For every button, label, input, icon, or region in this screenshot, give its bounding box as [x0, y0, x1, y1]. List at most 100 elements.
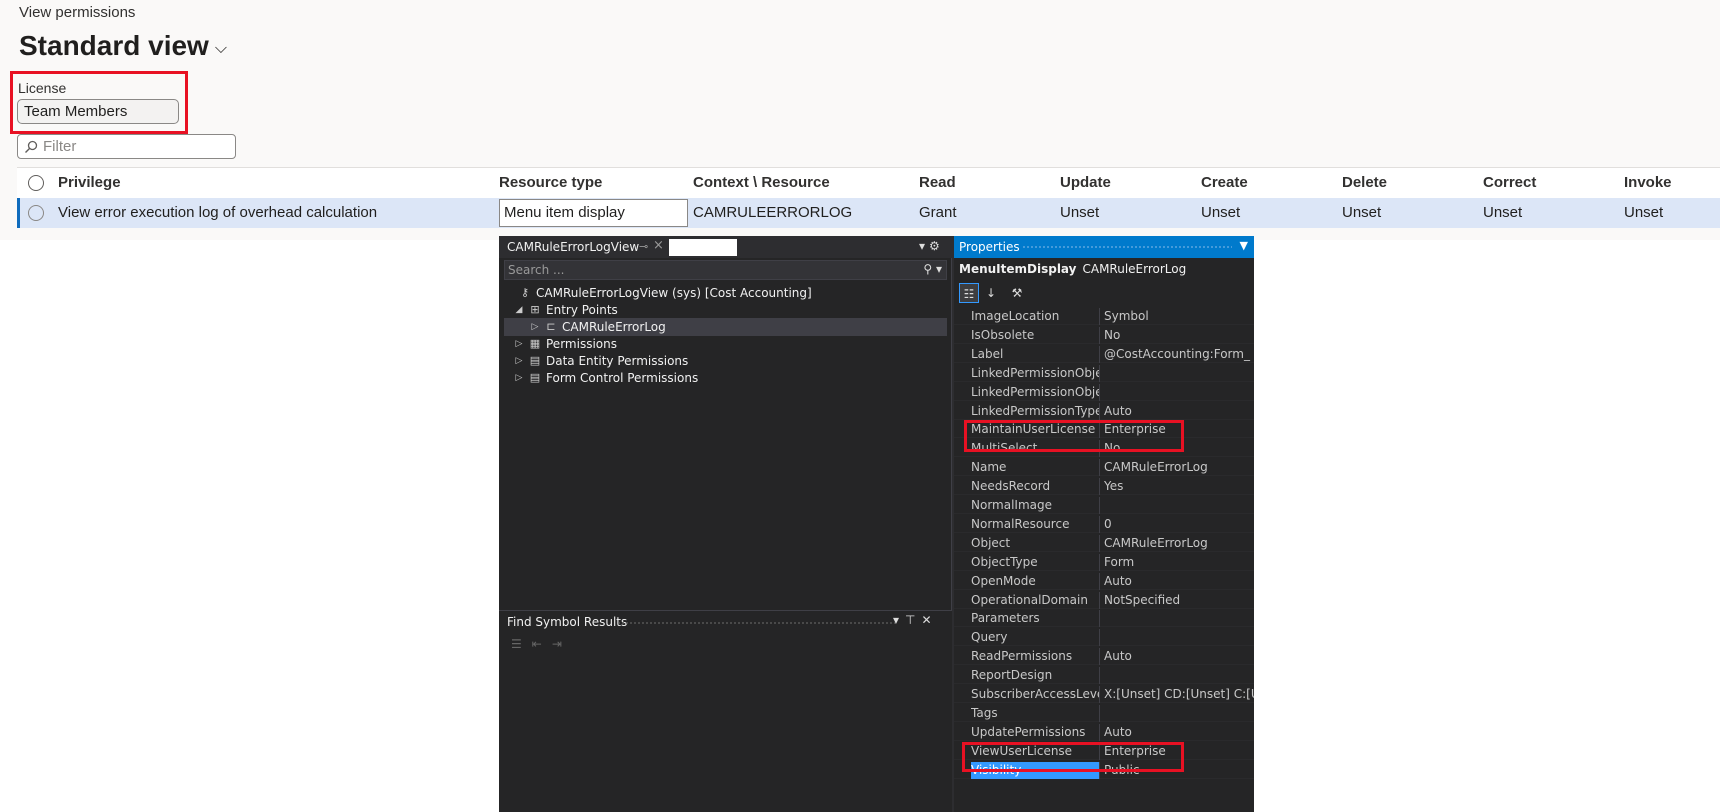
- resource-type-input[interactable]: Menu item display: [499, 199, 688, 227]
- col-read[interactable]: Read: [919, 168, 956, 198]
- gear-icon[interactable]: ⚙: [929, 239, 944, 253]
- dropdown-icon[interactable]: ▾: [893, 613, 905, 627]
- property-value[interactable]: [1104, 629, 1254, 646]
- license-dropdown[interactable]: Team Members: [17, 99, 179, 124]
- property-row[interactable]: Query: [954, 629, 1254, 647]
- property-value[interactable]: [1104, 705, 1254, 722]
- property-row[interactable]: Name CAMRuleErrorLog: [954, 459, 1254, 477]
- collapse-arrow-icon[interactable]: ◢: [514, 301, 524, 319]
- property-row[interactable]: Visibility Public: [954, 761, 1254, 779]
- property-value[interactable]: 0: [1104, 516, 1254, 533]
- select-all-radio[interactable]: [28, 175, 44, 191]
- property-row[interactable]: LinkedPermissionObject: [954, 364, 1254, 382]
- property-value[interactable]: Auto: [1104, 403, 1254, 420]
- property-value[interactable]: NotSpecified: [1104, 592, 1254, 609]
- property-row[interactable]: ImageLocation Symbol: [954, 308, 1254, 325]
- wrench-icon[interactable]: ⚒: [1007, 283, 1027, 303]
- view-selector[interactable]: Standard view ⌵: [19, 30, 227, 62]
- property-row[interactable]: ViewUserLicense Enterprise: [954, 742, 1254, 760]
- tree-node-permissions[interactable]: ▷ ▦ Permissions: [514, 335, 617, 353]
- panel-grip[interactable]: [617, 621, 897, 625]
- col-delete[interactable]: Delete: [1342, 168, 1387, 198]
- cell-update[interactable]: Unset: [1060, 198, 1099, 228]
- find-tools[interactable]: ▾⊤✕: [893, 613, 938, 627]
- property-value[interactable]: Auto: [1104, 724, 1254, 741]
- col-privilege[interactable]: Privilege: [58, 168, 121, 198]
- property-value[interactable]: Enterprise: [1104, 421, 1254, 438]
- property-row[interactable]: Label @CostAccounting:Form_: [954, 345, 1254, 363]
- property-value[interactable]: No: [1104, 327, 1254, 344]
- expand-arrow-icon[interactable]: ▷: [514, 369, 524, 387]
- property-value[interactable]: [1104, 365, 1254, 382]
- tree-node-entry-points[interactable]: ◢ ⊞ Entry Points: [514, 301, 618, 319]
- property-value[interactable]: X:[Unset] CD:[Unset] C:[U: [1104, 686, 1254, 703]
- pin-icon[interactable]: ⊤: [905, 613, 921, 627]
- cell-create[interactable]: Unset: [1201, 198, 1240, 228]
- explorer-search-input[interactable]: Search ... ⚲ ▾: [504, 260, 947, 280]
- cell-invoke[interactable]: Unset: [1624, 198, 1663, 228]
- property-value[interactable]: Symbol: [1104, 308, 1254, 325]
- alphabetical-icon[interactable]: ↓: [981, 283, 1001, 303]
- property-value[interactable]: CAMRuleErrorLog: [1104, 535, 1254, 552]
- expand-arrow-icon[interactable]: ▷: [514, 352, 524, 370]
- close-icon[interactable]: ✕: [921, 613, 937, 627]
- categorized-icon[interactable]: ☷: [959, 283, 979, 303]
- cell-read[interactable]: Grant: [919, 198, 957, 228]
- property-row[interactable]: ObjectType Form: [954, 553, 1254, 571]
- property-value[interactable]: Auto: [1104, 573, 1254, 590]
- property-value[interactable]: [1104, 667, 1254, 684]
- property-row[interactable]: LinkedPermissionObjectCh: [954, 383, 1254, 401]
- property-row[interactable]: NeedsRecord Yes: [954, 478, 1254, 496]
- property-value[interactable]: Public: [1104, 762, 1254, 779]
- property-row[interactable]: OpenMode Auto: [954, 572, 1254, 590]
- property-value[interactable]: @CostAccounting:Form_: [1104, 346, 1254, 363]
- row-select-radio[interactable]: [28, 205, 44, 221]
- property-row[interactable]: NormalImage: [954, 497, 1254, 514]
- search-icon[interactable]: ⚲ ▾: [923, 262, 942, 276]
- cell-delete[interactable]: Unset: [1342, 198, 1381, 228]
- col-invoke[interactable]: Invoke: [1624, 168, 1672, 198]
- property-value[interactable]: [1104, 610, 1254, 627]
- property-row[interactable]: ReportDesign: [954, 667, 1254, 685]
- expand-arrow-icon[interactable]: ▷: [514, 335, 524, 353]
- dropdown-icon[interactable]: ▾: [919, 239, 929, 253]
- property-row[interactable]: Tags: [954, 704, 1254, 722]
- pin-icon[interactable]: ⊸: [639, 240, 648, 253]
- property-row[interactable]: NormalResource 0: [954, 515, 1254, 533]
- property-value[interactable]: [1104, 497, 1254, 514]
- tree-node-root[interactable]: ⚷ CAMRuleErrorLogView (sys) [Cost Accoun…: [518, 284, 812, 302]
- col-context-resource[interactable]: Context \ Resource: [693, 168, 830, 198]
- col-resource-type[interactable]: Resource type: [499, 168, 602, 198]
- property-row[interactable]: SubscriberAccessLevel X:[Unset] CD:[Unset…: [954, 686, 1254, 703]
- dropdown-icon[interactable]: ▼: [1240, 239, 1248, 252]
- panel-grip[interactable]: [1022, 245, 1232, 249]
- breadcrumb[interactable]: View permissions: [19, 4, 135, 21]
- tree-node-form-control-permissions[interactable]: ▷ ▤ Form Control Permissions: [514, 369, 699, 387]
- list-icon[interactable]: ☰: [511, 637, 532, 651]
- property-row[interactable]: MaintainUserLicense Enterprise: [954, 421, 1254, 439]
- property-row[interactable]: ReadPermissions Auto: [954, 648, 1254, 666]
- collapse-icon[interactable]: ⇤: [532, 637, 552, 651]
- explorer-tools[interactable]: ▾⚙: [919, 239, 944, 253]
- property-value[interactable]: Enterprise: [1104, 743, 1254, 760]
- property-row[interactable]: Parameters: [954, 610, 1254, 628]
- property-row[interactable]: UpdatePermissions Auto: [954, 723, 1254, 741]
- close-icon[interactable]: ×: [653, 238, 664, 253]
- property-value[interactable]: [1104, 384, 1254, 401]
- property-row[interactable]: IsObsolete No: [954, 326, 1254, 344]
- cell-correct[interactable]: Unset: [1483, 198, 1522, 228]
- filter-input[interactable]: Filter: [17, 134, 236, 159]
- property-value[interactable]: Yes: [1104, 478, 1254, 495]
- property-row[interactable]: LinkedPermissionType Auto: [954, 402, 1254, 420]
- col-correct[interactable]: Correct: [1483, 168, 1536, 198]
- tree-node-camruleerrorlog[interactable]: ▷ ⊏ CAMRuleErrorLog: [504, 318, 947, 336]
- col-update[interactable]: Update: [1060, 168, 1111, 198]
- property-value[interactable]: CAMRuleErrorLog: [1104, 459, 1254, 476]
- property-value[interactable]: Auto: [1104, 648, 1254, 665]
- explorer-tab[interactable]: CAMRuleErrorLogView: [507, 240, 639, 254]
- object-selector[interactable]: MenuItemDisplay CAMRuleErrorLog: [959, 262, 1186, 276]
- property-value[interactable]: No: [1104, 440, 1254, 457]
- property-value[interactable]: Form: [1104, 554, 1254, 571]
- tree-node-data-entity-permissions[interactable]: ▷ ▤ Data Entity Permissions: [514, 352, 689, 370]
- property-row[interactable]: Object CAMRuleErrorLog: [954, 534, 1254, 552]
